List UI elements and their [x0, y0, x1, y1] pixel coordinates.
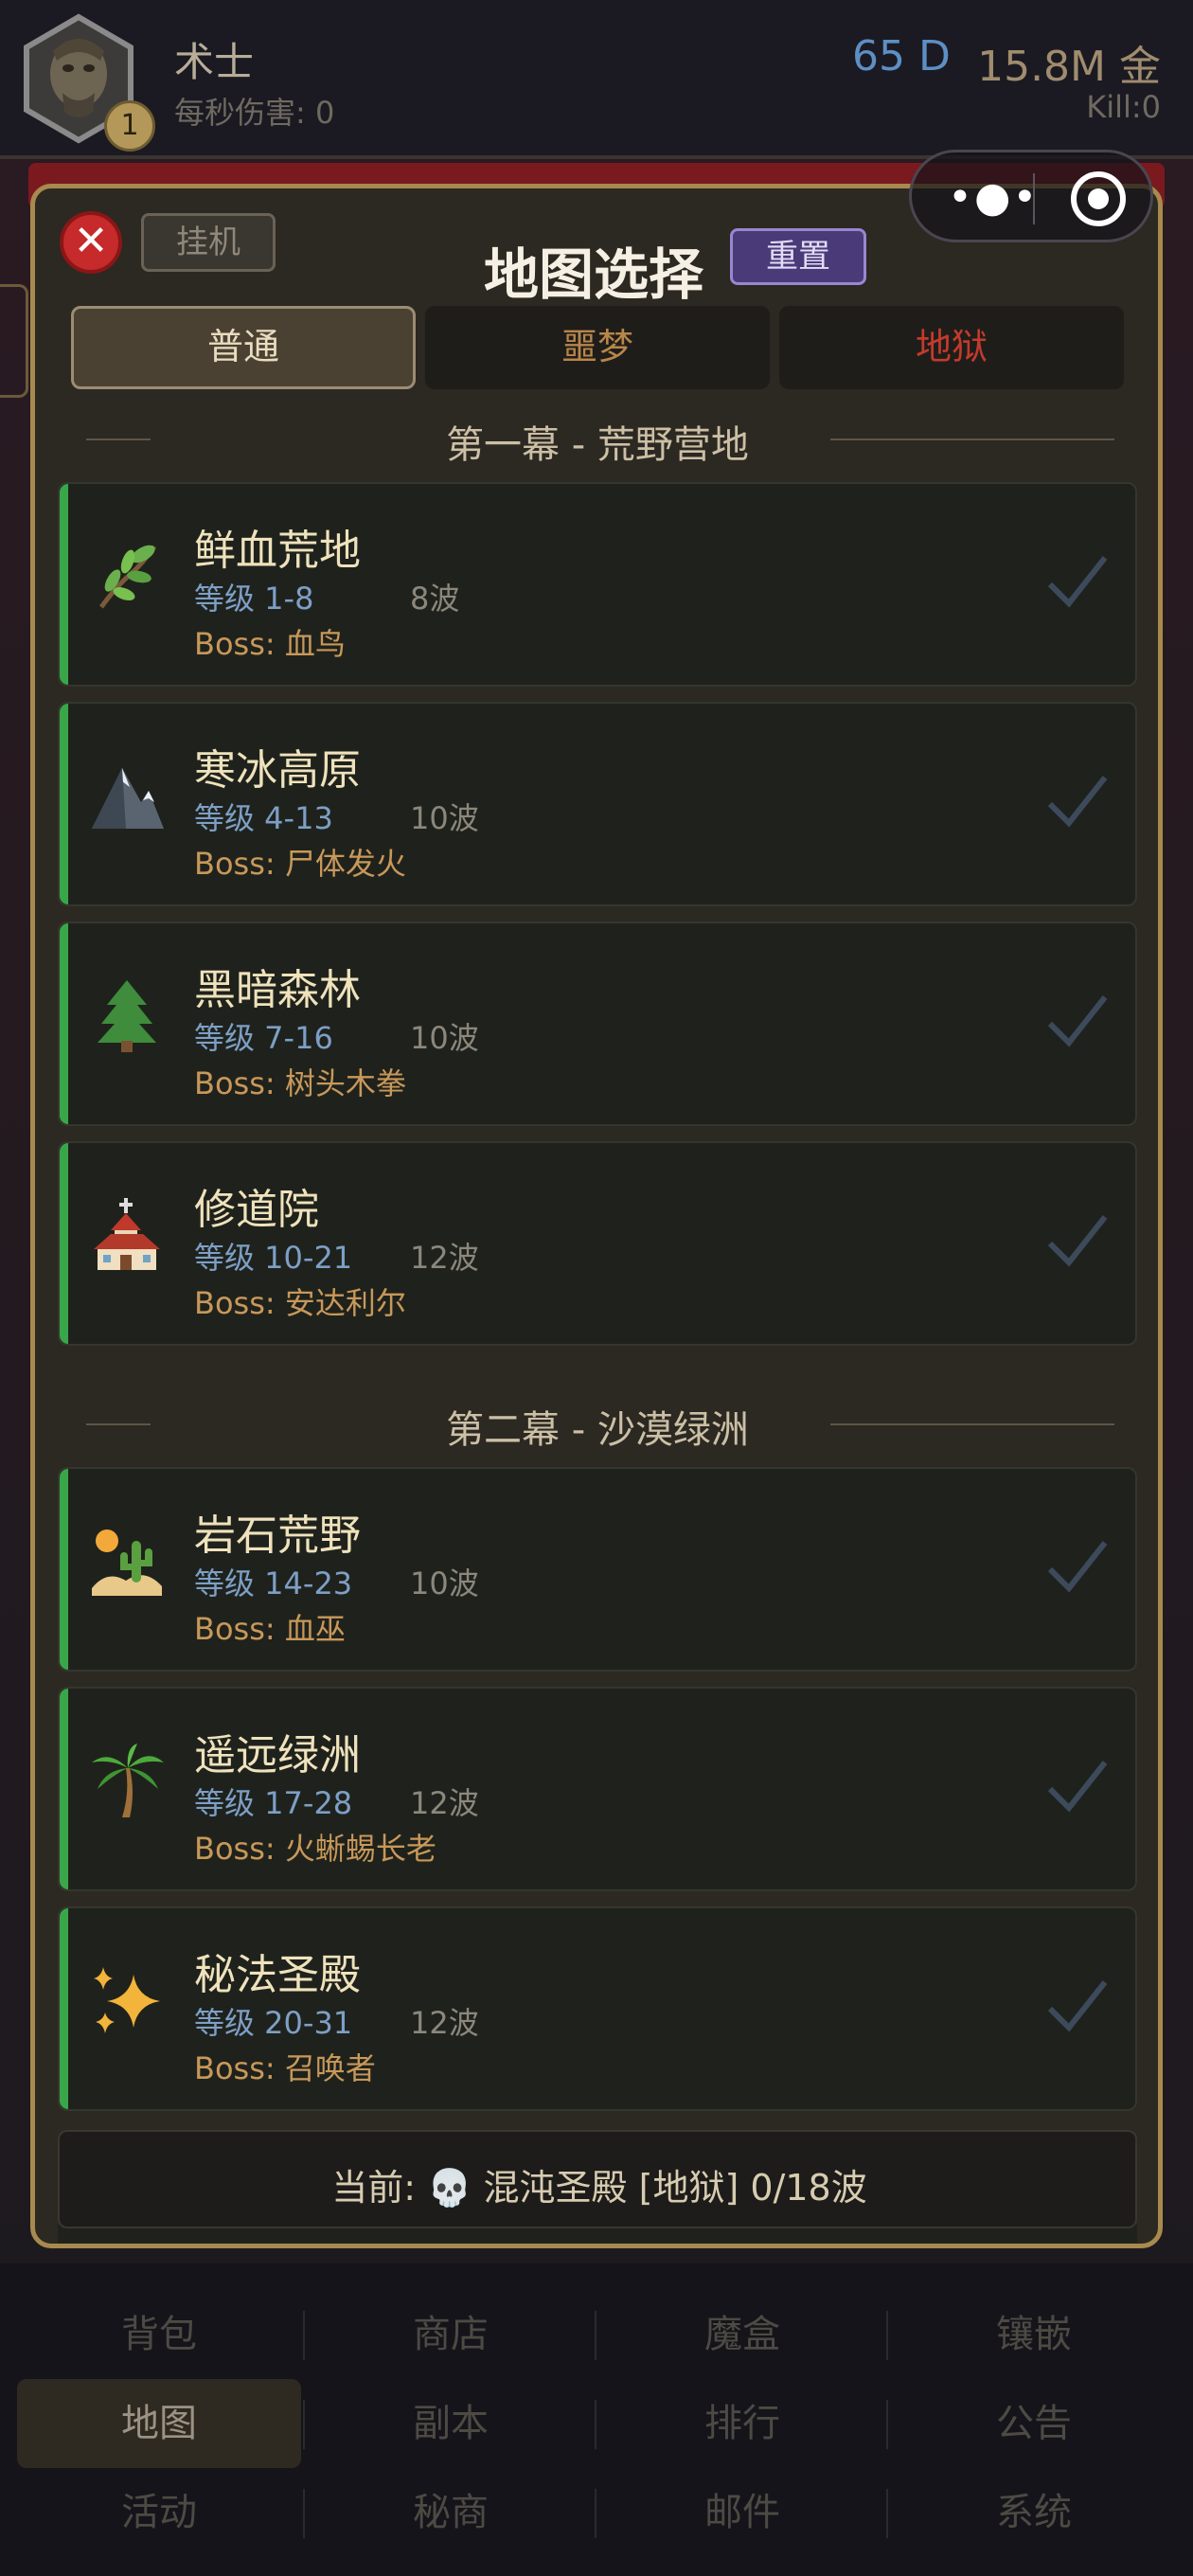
map-boss: Boss: 召唤者 — [194, 2050, 376, 2086]
map-card-monastery[interactable]: 修道院 等级 10-21 12波 Boss: 安达利尔 — [58, 1141, 1137, 1346]
player-name: 术士 — [174, 39, 255, 85]
sparkles-icon — [94, 1967, 160, 2033]
tab-nightmare[interactable]: 噩梦 — [425, 306, 770, 389]
left-side-panel — [0, 284, 28, 398]
map-level: 等级 1-8 — [194, 581, 314, 617]
exit-target-icon[interactable] — [1071, 171, 1126, 226]
dps-text: 每秒伤害: 0 — [174, 95, 335, 131]
close-icon: ✕ — [73, 217, 109, 265]
map-select-modal: ✕ 挂机 地图选择 重置 普通 噩梦 地狱 第一幕 - 荒野营地 鲜血荒地 等级 — [30, 184, 1163, 2248]
nav-row-1: 背包 商店 魔盒 镶嵌 — [0, 2290, 1193, 2379]
more-icon[interactable]: •●• — [948, 173, 1039, 222]
map-waves: 12波 — [410, 2005, 479, 2041]
nav-item-dungeon[interactable]: 副本 — [309, 2379, 593, 2468]
level-badge: 1 — [104, 100, 155, 152]
top-header: 1 术士 每秒伤害: 0 65 D 15.8M 金 Kill:0 — [0, 0, 1193, 159]
map-waves: 10波 — [410, 1565, 479, 1601]
map-name: 黑暗森林 — [194, 966, 361, 1014]
map-boss: Boss: 树头木拳 — [194, 1065, 406, 1101]
map-name: 秘法圣殿 — [194, 1951, 361, 1999]
map-name: 岩石荒野 — [194, 1512, 361, 1560]
herb-icon — [98, 545, 157, 609]
check-icon — [1047, 776, 1108, 828]
tab-hell[interactable]: 地狱 — [779, 306, 1124, 389]
check-icon — [1047, 995, 1108, 1047]
map-card-frozen-highlands[interactable]: 寒冰高原 等级 4-13 10波 Boss: 尸体发火 — [58, 702, 1137, 906]
map-level: 等级 14-23 — [194, 1565, 353, 1601]
church-icon — [94, 1198, 160, 1270]
check-icon — [1047, 1215, 1108, 1267]
gold-amount: 15.8M 金 — [977, 43, 1161, 91]
map-waves: 10波 — [410, 1020, 479, 1056]
map-card-rocky-waste[interactable]: 岩石荒野 等级 14-23 10波 Boss: 血巫 — [58, 1467, 1137, 1672]
section-header-act-2: 第二幕 - 沙漠绿洲 — [58, 1395, 1137, 1452]
check-icon — [1047, 1541, 1108, 1593]
map-name: 修道院 — [194, 1186, 319, 1234]
nav-item-events[interactable]: 活动 — [17, 2468, 301, 2557]
nav-item-mail[interactable]: 邮件 — [600, 2468, 884, 2557]
map-card-far-oasis[interactable]: 遥远绿洲 等级 17-28 12波 Boss: 火蜥蜴长老 — [58, 1687, 1137, 1891]
difficulty-tabs: 普通 噩梦 地狱 — [71, 306, 1131, 391]
nav-row-2: 地图 副本 排行 公告 — [0, 2379, 1193, 2468]
map-waves: 10波 — [410, 800, 479, 836]
map-level: 等级 17-28 — [194, 1785, 353, 1821]
idle-button[interactable]: 挂机 — [141, 213, 276, 272]
current-map-status: 当前: 💀 混沌圣殿 [地狱] 0/18波 — [58, 2130, 1137, 2228]
desert-icon — [92, 1530, 162, 1596]
map-waves: 12波 — [410, 1785, 479, 1821]
map-level: 等级 10-21 — [194, 1240, 353, 1276]
close-button[interactable]: ✕ — [60, 211, 122, 274]
map-boss: Boss: 安达利尔 — [194, 1285, 406, 1321]
map-boss: Boss: 火蜥蜴长老 — [194, 1831, 436, 1867]
section-title: 第二幕 - 沙漠绿洲 — [446, 1408, 749, 1452]
map-card-blood-moor[interactable]: 鲜血荒地 等级 1-8 8波 Boss: 血鸟 — [58, 482, 1137, 687]
nav-row-3: 活动 秘商 邮件 系统 — [0, 2468, 1193, 2557]
reset-button[interactable]: 重置 — [730, 228, 866, 285]
nav-item-shop[interactable]: 商店 — [309, 2290, 593, 2379]
map-name: 遥远绿洲 — [194, 1731, 361, 1780]
map-waves: 12波 — [410, 1240, 479, 1276]
avatar[interactable]: 1 — [21, 13, 155, 152]
mini-program-capsule: •●• — [909, 150, 1153, 242]
map-boss: Boss: 尸体发火 — [194, 846, 406, 882]
currency-d: 65 D — [852, 32, 951, 80]
nav-item-backpack[interactable]: 背包 — [17, 2290, 301, 2379]
bottom-nav: 背包 商店 魔盒 镶嵌 地图 副本 排行 公告 活动 秘商 邮件 系统 — [0, 2263, 1193, 2576]
map-waves: 8波 — [410, 581, 460, 617]
tab-normal[interactable]: 普通 — [71, 306, 416, 389]
map-card-dark-wood[interactable]: 黑暗森林 等级 7-16 10波 Boss: 树头木拳 — [58, 921, 1137, 1126]
current-map-text: 当前: 💀 混沌圣殿 [地狱] 0/18波 — [331, 2167, 867, 2209]
map-name: 皇宫地窖 — [192, 2230, 359, 2244]
map-boss: Boss: 血鸟 — [194, 626, 346, 662]
nav-item-map[interactable]: 地图 — [17, 2379, 301, 2468]
map-level: 等级 4-13 — [194, 800, 333, 836]
check-icon — [1047, 556, 1108, 608]
modal-title: 地图选择 — [484, 242, 704, 307]
nav-item-inlay[interactable]: 镶嵌 — [892, 2290, 1176, 2379]
map-level: 等级 20-31 — [194, 2005, 353, 2041]
mountain-icon — [92, 768, 164, 829]
map-name: 寒冰高原 — [194, 746, 361, 795]
map-level: 等级 7-16 — [194, 1020, 333, 1056]
map-list[interactable]: 第一幕 - 荒野营地 鲜血荒地 等级 1-8 8波 Boss: 血鸟 寒冰高原 … — [58, 406, 1137, 2244]
nav-item-system[interactable]: 系统 — [892, 2468, 1176, 2557]
section-header-act-1: 第一幕 - 荒野营地 — [58, 410, 1137, 467]
check-icon — [1047, 1980, 1108, 2032]
nav-item-secret-merchant[interactable]: 秘商 — [309, 2468, 593, 2557]
nav-item-announcement[interactable]: 公告 — [892, 2379, 1176, 2468]
map-boss: Boss: 血巫 — [194, 1611, 346, 1647]
palm-tree-icon — [92, 1744, 164, 1817]
nav-item-ranking[interactable]: 排行 — [600, 2379, 884, 2468]
map-name: 鲜血荒地 — [194, 527, 361, 575]
check-icon — [1047, 1761, 1108, 1813]
nav-item-magic-box[interactable]: 魔盒 — [600, 2290, 884, 2379]
tree-icon — [98, 980, 156, 1052]
map-card-arcane-sanctuary[interactable]: 秘法圣殿 等级 20-31 12波 Boss: 召唤者 — [58, 1906, 1137, 2111]
section-title: 第一幕 - 荒野营地 — [446, 423, 749, 467]
kill-counter: Kill:0 — [1086, 89, 1161, 125]
